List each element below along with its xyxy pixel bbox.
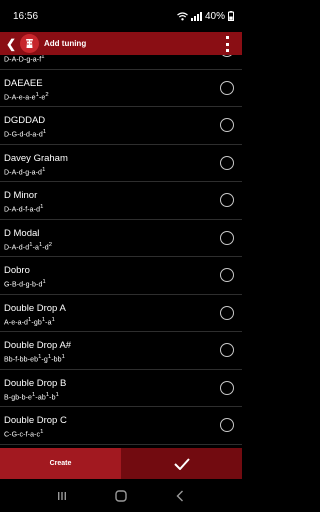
home-icon[interactable] [113,488,129,504]
list-item[interactable]: D Minor D-A-d-f-a-d1 [0,182,242,220]
tuning-name: DGDDAD [4,115,46,126]
radio-button[interactable] [220,305,234,320]
create-button[interactable]: Create [0,448,121,479]
battery-text: 40% [204,10,225,22]
tuning-notes: D-G-d-d-a-d1 [4,129,47,139]
tuning-notes: B-gb-b-e1-ab1-b1 [4,391,59,401]
list-item[interactable]: Double Drop C C-G-c-f-a-c1 [0,407,242,445]
system-nav-bar [0,479,242,512]
page-title: Add tuning [44,39,87,48]
status-time: 16:56 [13,10,39,22]
radio-button[interactable] [220,343,234,357]
overflow-menu-icon[interactable] [224,36,230,52]
signal-icon [190,11,202,21]
tuning-notes: D-A-d-d1-a1-d2 [4,241,53,251]
list-item[interactable]: Dobro G-B-d-g-b-d1 [0,257,242,295]
back-arrow-icon[interactable]: ❮ [4,32,18,55]
tuning-notes: G-B-d-g-b-d1 [4,279,46,289]
tuning-notes: D-A-d-f-a-d1 [4,204,44,214]
list-item[interactable]: DGDDAD D-G-d-d-a-d1 [0,107,242,145]
tuning-name: Double Drop B [4,377,67,389]
list-item[interactable]: DAEAEE D-A-e-a-e1-e2 [0,70,242,107]
bottom-action-bar: Create [0,448,242,479]
list-item[interactable]: D-A-D-g-a-f1 [0,55,242,70]
radio-button[interactable] [220,155,234,170]
status-bar: 16:56 40% [0,0,242,32]
tuning-list: D-A-D-g-a-f1 DAEAEE D-A-e-a-e1-e2 DGDDAD… [0,55,242,448]
list-item[interactable]: Davey Graham D-A-d-g-a-d1 [0,145,242,182]
radio-button[interactable] [220,55,234,57]
tuning-notes: C-G-c-f-a-c1 [4,429,44,439]
list-item[interactable]: D Modal D-A-d-d1-a1-d2 [0,220,242,257]
tuning-name: DAEAEE [4,77,43,89]
radio-button[interactable] [220,193,234,207]
list-item[interactable]: Double Drop B B-gb-b-e1-ab1-b1 [0,370,242,407]
tuning-notes: D-A-e-a-e1-e2 [4,91,49,101]
recent-apps-icon[interactable] [54,488,70,504]
tuning-name: Double Drop A [4,302,66,314]
tuning-name: Davey Graham [4,152,68,164]
radio-button[interactable] [220,118,234,132]
tuning-name: Double Drop C [4,415,67,426]
checkmark-icon [173,457,190,470]
radio-button[interactable] [220,380,234,395]
back-icon[interactable] [172,488,188,504]
tuning-name: D Modal [4,227,40,239]
radio-button[interactable] [220,418,234,432]
list-item[interactable]: Double Drop A# Bb-f-bb-eb1-g1-bb1 [0,332,242,370]
app-bar: ❮ Add tuning [0,32,242,55]
guitar-logo-icon [20,34,39,53]
tuning-name: Dobro [4,265,30,276]
tuning-name: Double Drop A# [4,340,72,351]
radio-button[interactable] [220,80,234,95]
wifi-icon [177,11,188,20]
tuning-notes: D-A-D-g-a-f1 [4,55,45,64]
list-item[interactable]: Double Drop A A-e-a-d1-gb1-a1 [0,295,242,332]
tuning-name: D Minor [4,190,38,201]
radio-button[interactable] [220,230,234,245]
tuning-notes: A-e-a-d1-gb1-a1 [4,316,55,326]
tuning-notes: D-A-d-g-a-d1 [4,166,46,176]
tuning-notes: Bb-f-bb-eb1-g1-bb1 [4,354,65,364]
battery-icon [228,11,234,21]
confirm-button[interactable] [121,448,242,479]
radio-button[interactable] [220,268,234,282]
status-icons: 40% [177,11,234,22]
